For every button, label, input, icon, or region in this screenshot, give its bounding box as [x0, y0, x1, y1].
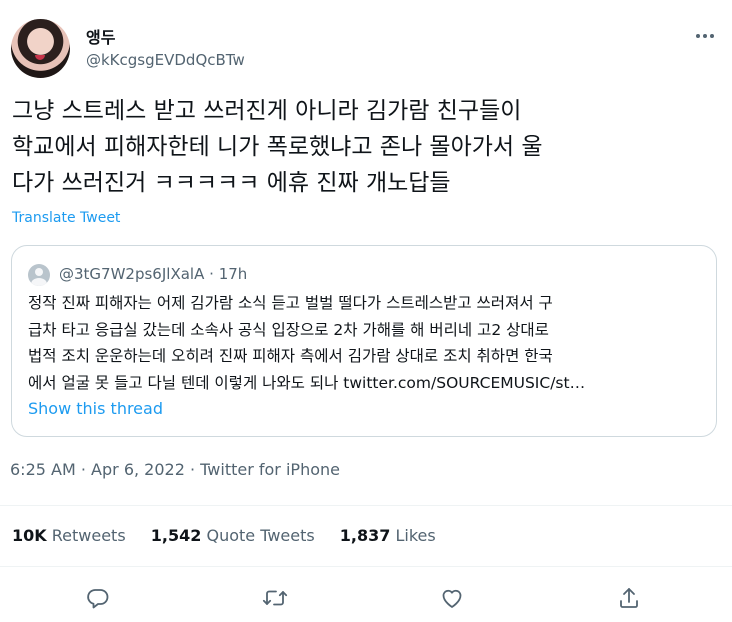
tweet-date[interactable]: Apr 6, 2022 [91, 460, 185, 479]
tweet-text-line: 다가 쓰러진거 ㅋㅋㅋㅋㅋ 에휴 진짜 개노답들 [12, 170, 451, 196]
meta-separator: · [80, 460, 86, 479]
divider [0, 505, 732, 506]
tweet-source[interactable]: Twitter for iPhone [200, 460, 340, 479]
quote-tweets-count: 1,542 [150, 526, 202, 545]
retweets-stat[interactable]: 10K Retweets [12, 526, 126, 545]
tweet-text-line: 학교에서 피해자한테 니가 폭로했냐고 존나 몰아가서 울 [12, 134, 543, 160]
translate-tweet-link[interactable]: Translate Tweet [12, 210, 120, 226]
likes-stat[interactable]: 1,837 Likes [340, 526, 436, 545]
more-options-button[interactable] [690, 24, 720, 48]
retweet-button[interactable] [262, 585, 288, 611]
quote-header: @3tG7W2ps6JlXalA · 17h [59, 265, 247, 283]
quote-text-line: 에서 얼굴 못 들고 다닐 텐데 이렇게 나와도 되나 twitter.com/… [28, 373, 586, 392]
quote-tweets-stat[interactable]: 1,542 Quote Tweets [151, 526, 315, 545]
author-avatar[interactable] [11, 19, 70, 78]
quote-handle[interactable]: @3tG7W2ps6JlXalA [59, 265, 204, 283]
divider [0, 566, 732, 567]
retweet-icon [262, 590, 288, 606]
action-bar [0, 585, 732, 611]
heart-icon [442, 589, 462, 608]
reply-button[interactable] [85, 585, 111, 611]
quote-avatar[interactable] [28, 264, 50, 286]
tweet-text: 그냥 스트레스 받고 쓰러진게 아니라 김가람 친구들이 학교에서 피해자한테 … [12, 93, 718, 201]
likes-label: Likes [395, 526, 436, 545]
reply-icon [87, 589, 109, 609]
author-handle[interactable]: @kKcgsgEVDdQcBTw [86, 51, 245, 69]
quote-tweets-label: Quote Tweets [206, 526, 315, 545]
share-button[interactable] [616, 585, 642, 611]
engagement-stats: 10K Retweets 1,542 Quote Tweets 1,837 Li… [12, 526, 456, 545]
author-display-name[interactable]: 앵두 [86, 24, 115, 48]
quote-time[interactable]: 17h [219, 265, 248, 283]
tweet-metadata: 6:25 AM · Apr 6, 2022 · Twitter for iPho… [10, 460, 340, 479]
quote-separator: · [209, 265, 214, 283]
tweet-time[interactable]: 6:25 AM [10, 460, 76, 479]
retweets-count: 10K [12, 526, 47, 545]
retweets-label: Retweets [51, 526, 126, 545]
show-thread-link[interactable]: Show this thread [28, 399, 163, 418]
quote-text-line: 급차 타고 응급실 갔는데 소속사 공식 입장으로 2차 가해를 해 버리네 고… [28, 320, 549, 339]
tweet-text-line: 그냥 스트레스 받고 쓰러진게 아니라 김가람 친구들이 [12, 98, 522, 124]
quote-text-line: 정작 진짜 피해자는 어제 김가람 소식 듣고 벌벌 떨다가 스트레스받고 쓰러… [28, 294, 553, 312]
likes-count: 1,837 [339, 526, 391, 545]
more-horizontal-icon [696, 34, 714, 38]
quote-text: 정작 진짜 피해자는 어제 김가람 소식 듣고 벌벌 떨다가 스트레스받고 쓰러… [28, 290, 708, 396]
like-button[interactable] [439, 585, 465, 611]
quote-tweet-card[interactable]: @3tG7W2ps6JlXalA · 17h 정작 진짜 피해자는 어제 김가람… [11, 245, 717, 437]
quote-text-line: 법적 조치 운운하는데 오히려 진짜 피해자 측에서 김가람 상대로 조치 취하… [28, 347, 553, 365]
meta-separator: · [189, 460, 196, 479]
share-icon [620, 588, 638, 608]
